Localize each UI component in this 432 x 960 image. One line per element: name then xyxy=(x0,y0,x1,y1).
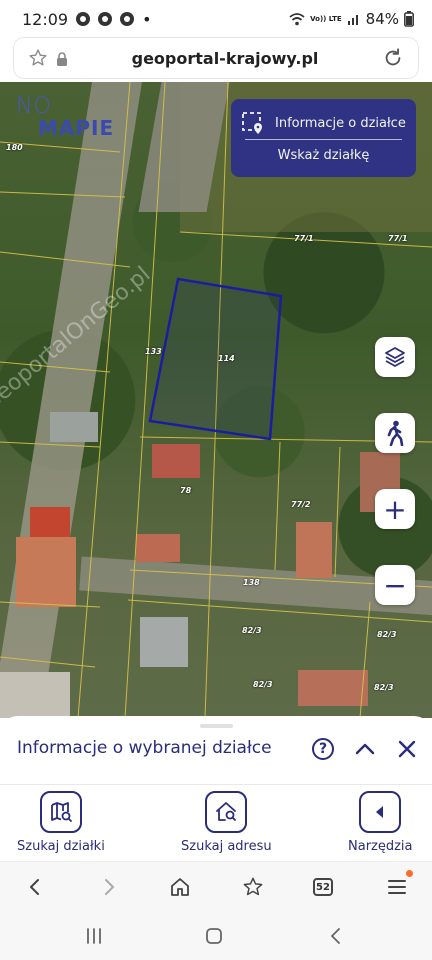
search-address-tool[interactable]: Szukaj adresu xyxy=(181,791,272,854)
sheet-drag-handle[interactable] xyxy=(200,724,233,728)
layers-icon xyxy=(385,347,405,367)
battery-percent: 84% xyxy=(365,10,399,28)
signal-icon xyxy=(347,15,358,25)
address-bar[interactable]: geoportal-krajowy.pl xyxy=(14,38,418,78)
status-bar: 12:09 • Vo)) LTE 84% xyxy=(0,0,432,38)
logo-bottom: MAPIE xyxy=(38,116,115,140)
search-address-button[interactable] xyxy=(205,791,248,833)
lock-icon xyxy=(56,51,68,66)
parcel-label: 138 xyxy=(243,578,260,587)
parcel-info-card: Informacje o działce Wskaż działkę xyxy=(231,99,416,177)
parcel-label: 77/2 xyxy=(291,500,311,509)
tabs-button[interactable]: 52 xyxy=(310,874,336,900)
nomapie-logo[interactable]: NO MAPIE xyxy=(16,94,115,140)
parcel-label: 82/3 xyxy=(374,683,394,692)
layers-button[interactable] xyxy=(375,337,415,377)
menu-icon[interactable] xyxy=(384,870,413,900)
home-icon[interactable] xyxy=(167,874,193,900)
close-icon[interactable] xyxy=(394,736,420,762)
more-notifications-dot: • xyxy=(142,9,152,29)
parcel-label: 78 xyxy=(180,486,192,495)
parcel-label: 133 xyxy=(145,347,162,356)
bookmarks-icon[interactable] xyxy=(240,874,266,900)
tools-bar: Szukaj działki Szukaj adresu Narzędzia xyxy=(0,785,432,861)
street-view-button[interactable] xyxy=(375,413,415,453)
tabs-count: 52 xyxy=(313,878,333,896)
search-parcel-button[interactable] xyxy=(39,791,82,833)
back-icon[interactable] xyxy=(22,874,48,900)
chrome-notification-icon xyxy=(76,12,91,26)
parcel-label: 114 xyxy=(218,354,235,363)
parcel-label: 77/1 xyxy=(294,234,314,243)
parcel-label: 82/3 xyxy=(242,626,262,635)
search-address-label: Szukaj adresu xyxy=(181,839,272,854)
status-right: Vo)) LTE 84% xyxy=(289,10,414,28)
parcel-info-button[interactable]: Informacje o działce xyxy=(231,99,416,139)
map-search-icon xyxy=(51,802,72,822)
parcel-lines-overlay: GeoportalOnGeo.pl xyxy=(0,82,432,718)
parcel-label: 180 xyxy=(6,143,23,152)
chevron-up-icon[interactable] xyxy=(352,736,378,762)
system-navigation-bar xyxy=(0,911,432,960)
recent-apps-icon[interactable] xyxy=(83,925,105,947)
search-parcel-label: Szukaj działki xyxy=(17,839,105,854)
reload-icon[interactable] xyxy=(382,47,404,69)
battery-icon xyxy=(404,11,414,27)
chrome-notification-icon-3 xyxy=(120,12,135,26)
url-text[interactable]: geoportal-krajowy.pl xyxy=(68,49,382,68)
browser-toolbar: 52 xyxy=(0,861,432,911)
map-watermark: GeoportalOnGeo.pl xyxy=(0,262,155,417)
zoom-in-button[interactable]: + xyxy=(375,489,415,529)
tools-button[interactable] xyxy=(359,791,402,833)
parcel-info-label: Informacje o działce xyxy=(275,115,406,131)
house-search-icon xyxy=(216,802,237,821)
search-parcel-tool[interactable]: Szukaj działki xyxy=(17,791,105,854)
pedestrian-icon xyxy=(387,420,404,446)
forward-icon[interactable] xyxy=(96,874,122,900)
back-system-icon[interactable] xyxy=(325,925,347,947)
sheet-title: Informacje o wybranej działce xyxy=(17,738,272,758)
tools-label: Narzędzia xyxy=(348,839,413,854)
parcel-info-sheet: Informacje o wybranej działce ? xyxy=(0,716,432,784)
zoom-out-button[interactable]: − xyxy=(375,565,415,605)
network-type: Vo)) LTE xyxy=(310,14,342,23)
selected-parcel-outline[interactable] xyxy=(148,277,283,441)
parcel-label: 77/1 xyxy=(388,234,408,243)
status-time: 12:09 xyxy=(22,9,69,29)
chrome-notification-icon-2 xyxy=(98,12,113,26)
triangle-left-icon xyxy=(376,806,384,818)
wifi-icon xyxy=(289,13,305,26)
map-view[interactable]: GeoportalOnGeo.pl NO MAPIE 180 77/1 77/1… xyxy=(0,82,432,718)
parcel-label: 82/3 xyxy=(377,630,397,639)
menu-notification-dot xyxy=(406,870,413,877)
help-icon[interactable]: ? xyxy=(312,738,334,760)
parcel-label: 82/3 xyxy=(253,680,273,689)
home-system-icon[interactable] xyxy=(203,925,225,947)
select-parcel-button[interactable]: Wskaż działkę xyxy=(231,140,416,163)
tools-tool[interactable]: Narzędzia xyxy=(348,791,413,854)
select-area-pin-icon xyxy=(242,112,262,134)
status-left: 12:09 • xyxy=(22,10,152,29)
bookmark-star-icon[interactable] xyxy=(28,48,48,68)
